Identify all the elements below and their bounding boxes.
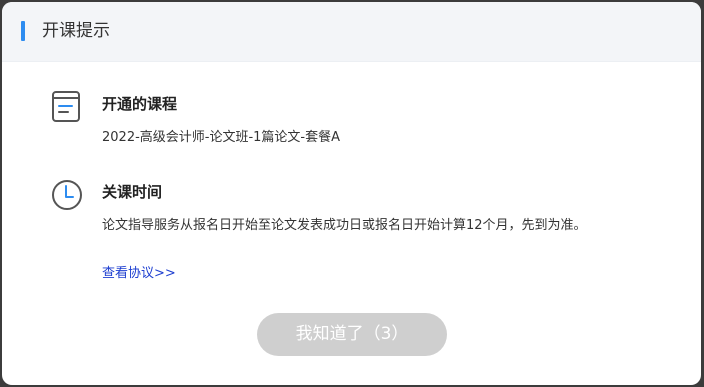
dialog-header: 开课提示 <box>2 2 701 62</box>
dialog-title: 开课提示 <box>42 21 110 41</box>
clock-icon <box>50 178 84 212</box>
close-time-heading: 关课时间 <box>102 183 163 201</box>
view-agreement-link[interactable]: 查看协议>> <box>102 264 176 284</box>
course-open-dialog: 开课提示 开通的课程 2022-高级会计师-论文班-1篇论文-套餐A 关课时间 … <box>2 2 701 385</box>
course-name: 2022-高级会计师-论文班-1篇论文-套餐A <box>102 130 341 145</box>
header-accent-bar <box>21 21 25 41</box>
opened-courses-heading: 开通的课程 <box>102 95 178 113</box>
close-time-description: 论文指导服务从报名日开始至论文发表成功日或报名日开始计算12个月，先到为准。 <box>102 218 587 233</box>
got-it-button[interactable]: 我知道了（3） <box>257 313 447 356</box>
book-icon <box>50 90 84 124</box>
